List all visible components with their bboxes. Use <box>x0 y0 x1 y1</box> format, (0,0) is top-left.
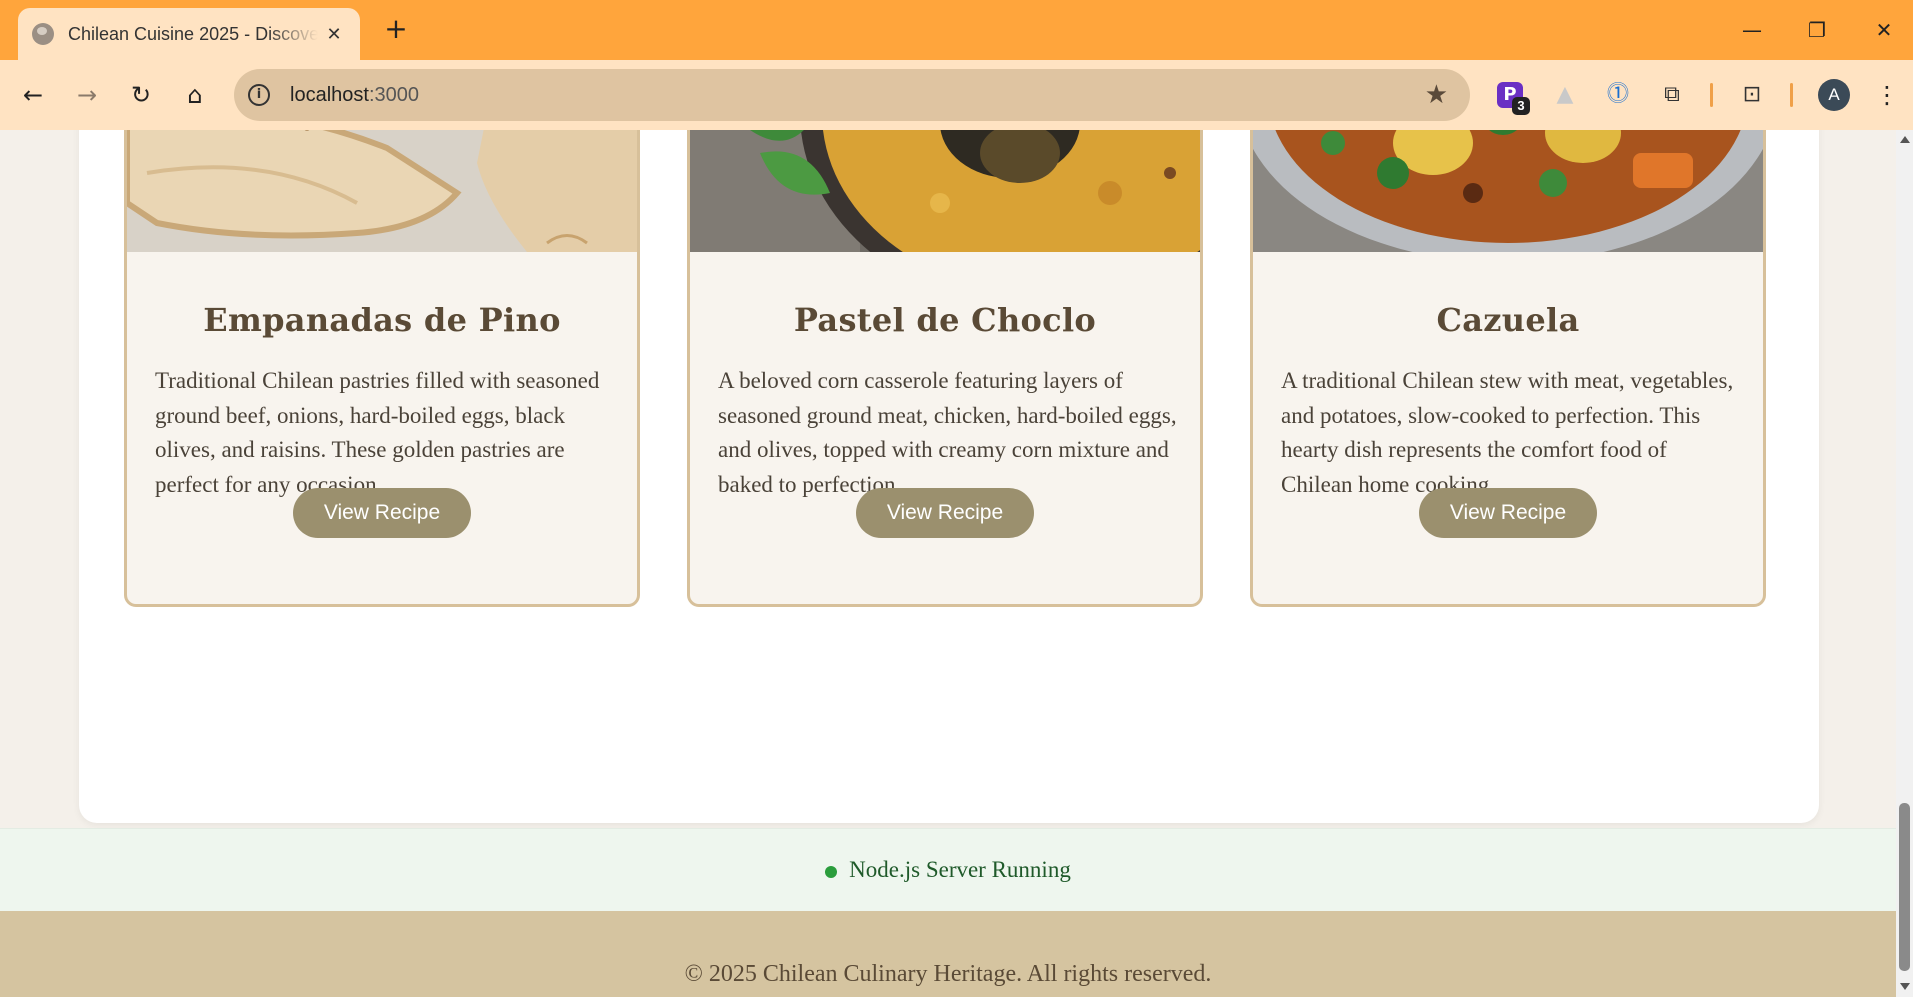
page-footer: © 2025 Chilean Culinary Heritage. All ri… <box>0 911 1896 997</box>
extension-badge: 3 <box>1512 97 1530 115</box>
empanadas-image <box>127 130 637 252</box>
cazuela-image <box>1253 130 1763 252</box>
address-bar[interactable]: i localhost:3000 ★ <box>234 69 1470 121</box>
recipe-card: Pastel de Choclo A beloved corn casserol… <box>687 130 1203 607</box>
browser-toolbar: ← → ↻ ⌂ i localhost:3000 ★ P ▲ ⓵ ⧉ ⊡ A ⋮ <box>0 60 1913 130</box>
view-recipe-button[interactable]: View Recipe <box>1419 488 1597 538</box>
tab-search-icon[interactable]: ⊡ <box>1736 79 1768 111</box>
vertical-scrollbar[interactable] <box>1896 130 1913 997</box>
extensions-puzzle-icon[interactable]: ⧉ <box>1656 79 1688 111</box>
scroll-up-arrow-icon[interactable] <box>1900 136 1910 143</box>
scroll-down-arrow-icon[interactable] <box>1900 983 1910 990</box>
tab-title: Chilean Cuisine 2025 - Discover <box>68 23 318 44</box>
copyright-text: © 2025 Chilean Culinary Heritage. All ri… <box>684 961 1212 987</box>
recipe-card: Cazuela A traditional Chilean stew with … <box>1250 130 1766 607</box>
close-tab-icon[interactable]: ✕ <box>322 24 346 45</box>
page-viewport: Empanadas de Pino Traditional Chilean pa… <box>0 130 1896 997</box>
bookmark-star-icon[interactable]: ★ <box>1425 80 1448 110</box>
url-text[interactable]: localhost:3000 <box>290 84 419 107</box>
scrollbar-thumb[interactable] <box>1899 803 1910 971</box>
card-description: A beloved corn casserole featuring layer… <box>718 368 1177 497</box>
home-button[interactable]: ⌂ <box>178 78 212 112</box>
site-info-icon[interactable]: i <box>248 84 270 106</box>
card-description: A traditional Chilean stew with meat, ve… <box>1281 368 1734 497</box>
close-window-button[interactable]: ✕ <box>1864 14 1904 46</box>
card-title: Empanadas de Pino <box>203 301 561 339</box>
status-dot-icon <box>825 865 838 878</box>
back-button[interactable]: ← <box>16 78 50 112</box>
server-status-bar: Node.js Server Running <box>0 828 1896 911</box>
new-tab-button[interactable]: + <box>382 14 410 46</box>
maximize-button[interactable]: ❐ <box>1797 14 1837 46</box>
server-status-text: Node.js Server Running <box>849 857 1071 882</box>
dishes-section: Empanadas de Pino Traditional Chilean pa… <box>79 130 1819 823</box>
recipe-card: Empanadas de Pino Traditional Chilean pa… <box>124 130 640 607</box>
card-description: Traditional Chilean pastries filled with… <box>155 368 600 497</box>
tab-strip: Chilean Cuisine 2025 - Discover ✕ + — ❐ … <box>0 0 1913 60</box>
toolbar-divider <box>1790 83 1793 107</box>
extension-triangle-icon[interactable]: ▲ <box>1549 79 1581 111</box>
pastel-de-choclo-image <box>690 130 1200 252</box>
view-recipe-button[interactable]: View Recipe <box>856 488 1034 538</box>
forward-button[interactable]: → <box>70 78 104 112</box>
card-title: Pastel de Choclo <box>793 301 1097 339</box>
card-title: Cazuela <box>1436 301 1580 339</box>
password-manager-icon[interactable]: ⓵ <box>1602 79 1634 111</box>
reload-button[interactable]: ↻ <box>124 78 158 112</box>
browser-menu-icon[interactable]: ⋮ <box>1870 78 1904 112</box>
profile-avatar[interactable]: A <box>1818 79 1850 111</box>
toolbar-divider <box>1710 83 1713 107</box>
minimize-button[interactable]: — <box>1732 14 1772 46</box>
globe-icon <box>32 23 54 45</box>
browser-tab-active[interactable]: Chilean Cuisine 2025 - Discover ✕ <box>18 8 360 60</box>
view-recipe-button[interactable]: View Recipe <box>293 488 471 538</box>
